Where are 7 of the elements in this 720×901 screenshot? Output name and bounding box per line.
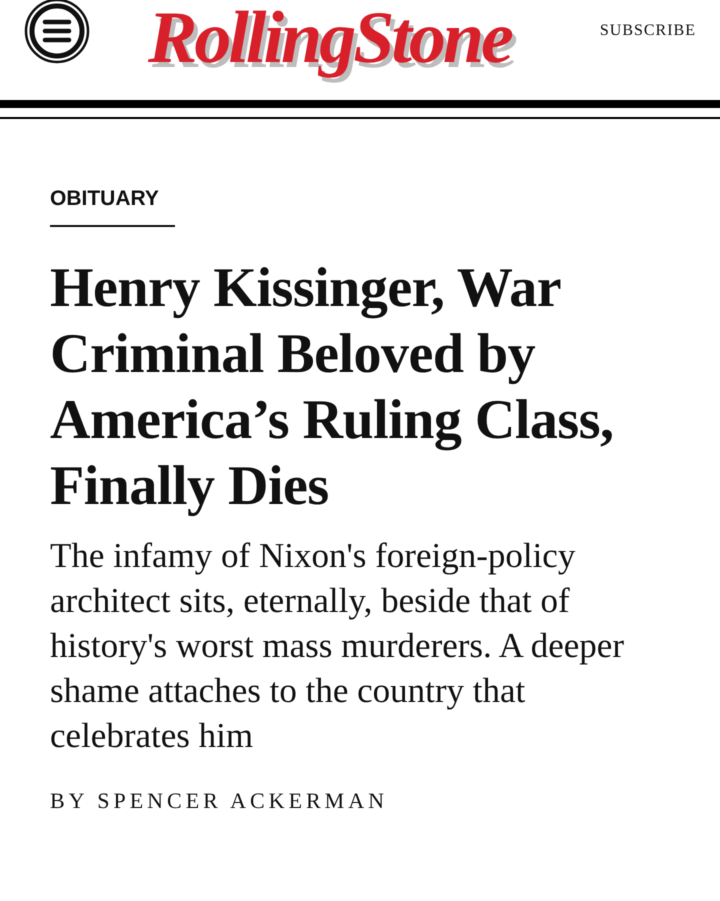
byline: BY SPENCER ACKERMAN <box>50 788 388 814</box>
article-summary: The infamy of Nixon's foreign-policy architect sits, eternally, beside that of history's worst mass murderers. A deeper shame attaches to the country that celebrates him <box>50 535 625 757</box>
category-label: OBITUARY <box>50 187 159 211</box>
headline: Henry Kissinger, War Criminal Beloved by America’s Ruling Class, Finally Dies <box>50 256 615 519</box>
menu-icon <box>24 0 90 64</box>
menu-button[interactable] <box>24 0 90 64</box>
subscribe-link[interactable]: SUBSCRIBE <box>600 22 720 40</box>
